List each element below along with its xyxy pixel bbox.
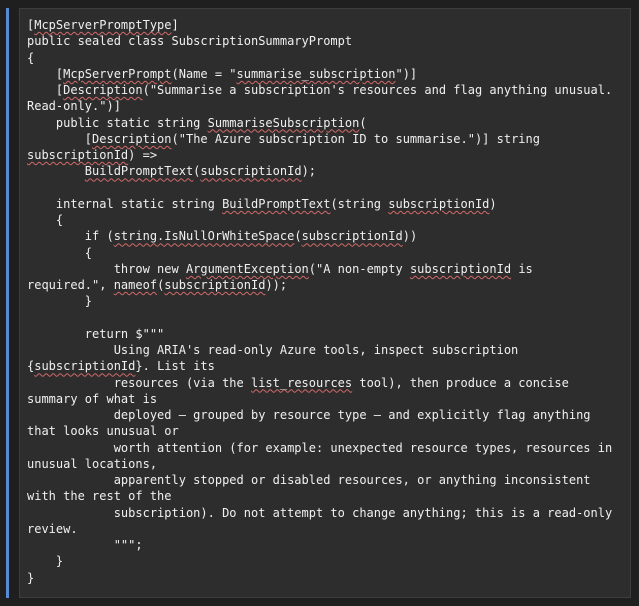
code-line[interactable]: return $""" [27, 326, 626, 342]
code-content[interactable]: [McpServerPromptType] public sealed class… [27, 17, 626, 586]
code-line[interactable]: [McpServerPrompt(Name = "summarise_subsc… [27, 66, 626, 82]
code-line[interactable]: public static string SummariseSubscripti… [27, 115, 626, 131]
spelling-squiggle: Description [63, 83, 143, 97]
code-line[interactable]: throw new ArgumentException("A non-empty… [27, 261, 626, 277]
code-line[interactable]: } [27, 553, 626, 569]
spelling-squiggle: BuildPromptText [222, 196, 331, 211]
spelling-squiggle: nameof [113, 278, 158, 292]
code-line[interactable]: """; [27, 537, 626, 553]
code-line[interactable]: subscriptionId) => [27, 147, 626, 163]
code-line[interactable]: required.", nameof(subscriptionId)); [27, 277, 626, 293]
spelling-squiggle: string.IsNullOrWhiteSpace [113, 229, 295, 244]
spelling-squiggle: summarise_subscription [236, 66, 396, 81]
code-line[interactable]: worth attention (for example: unexpected… [27, 440, 626, 456]
spelling-squiggle: subscriptionId [301, 229, 403, 244]
code-line[interactable]: subscription). Do not attempt to change … [27, 505, 626, 521]
code-line[interactable]: deployed — grouped by resource type — an… [27, 407, 626, 423]
code-line[interactable]: } [27, 293, 626, 309]
code-line[interactable]: {subscriptionId}. List its [27, 358, 626, 374]
spelling-squiggle: subscriptionId [34, 359, 136, 374]
spelling-squiggle: subscriptionId [164, 278, 266, 292]
code-line[interactable]: with the rest of the [27, 488, 626, 504]
code-line[interactable]: Using ARIA's read-only Azure tools, insp… [27, 342, 626, 358]
code-line[interactable]: if (string.IsNullOrWhiteSpace(subscripti… [27, 228, 626, 244]
code-line[interactable]: summary of what is [27, 391, 626, 407]
code-line[interactable] [27, 180, 626, 196]
code-line[interactable]: resources (via the list_resources tool),… [27, 375, 626, 391]
code-line[interactable]: { [27, 245, 626, 261]
code-line[interactable]: review. [27, 521, 626, 537]
spelling-squiggle: subscriptionId [200, 164, 302, 179]
code-line[interactable]: [Description("Summarise a subscription's… [27, 82, 626, 98]
spelling-squiggle: McpServerPrompt [63, 66, 172, 81]
code-line[interactable]: BuildPromptText(subscriptionId); [27, 163, 626, 179]
code-line[interactable]: [McpServerPromptType] [27, 17, 626, 33]
spelling-squiggle: McpServerPromptType [34, 18, 172, 32]
code-line[interactable]: public sealed class SubscriptionSummaryP… [27, 33, 626, 49]
code-line[interactable]: { [27, 50, 626, 66]
spelling-squiggle: subscriptionId [27, 148, 129, 162]
code-line[interactable]: unusual locations, [27, 456, 626, 472]
spelling-squiggle: Description [92, 131, 172, 146]
spelling-squiggle: ArgumentException [185, 261, 309, 276]
code-editor[interactable]: [McpServerPromptType] public sealed class… [19, 8, 631, 598]
spelling-squiggle: subscriptionId [409, 261, 512, 276]
spelling-squiggle: subscriptionId [388, 196, 490, 211]
change-marker-bar [6, 8, 9, 598]
code-line[interactable]: that looks unusual or [27, 423, 626, 439]
code-line[interactable]: apparently stopped or disabled resources… [27, 472, 626, 488]
spelling-squiggle: BuildPromptText [84, 164, 194, 179]
code-line[interactable]: } [27, 570, 626, 586]
code-line[interactable]: [Description("The Azure subscription ID … [27, 131, 626, 147]
code-line[interactable]: internal static string BuildPromptText(s… [27, 196, 626, 212]
spelling-squiggle: list_resources [250, 375, 353, 390]
code-line[interactable] [27, 310, 626, 326]
code-line[interactable]: { [27, 212, 626, 228]
spelling-squiggle: SummariseSubscription [207, 115, 360, 130]
code-line[interactable]: Read-only.")] [27, 98, 626, 114]
